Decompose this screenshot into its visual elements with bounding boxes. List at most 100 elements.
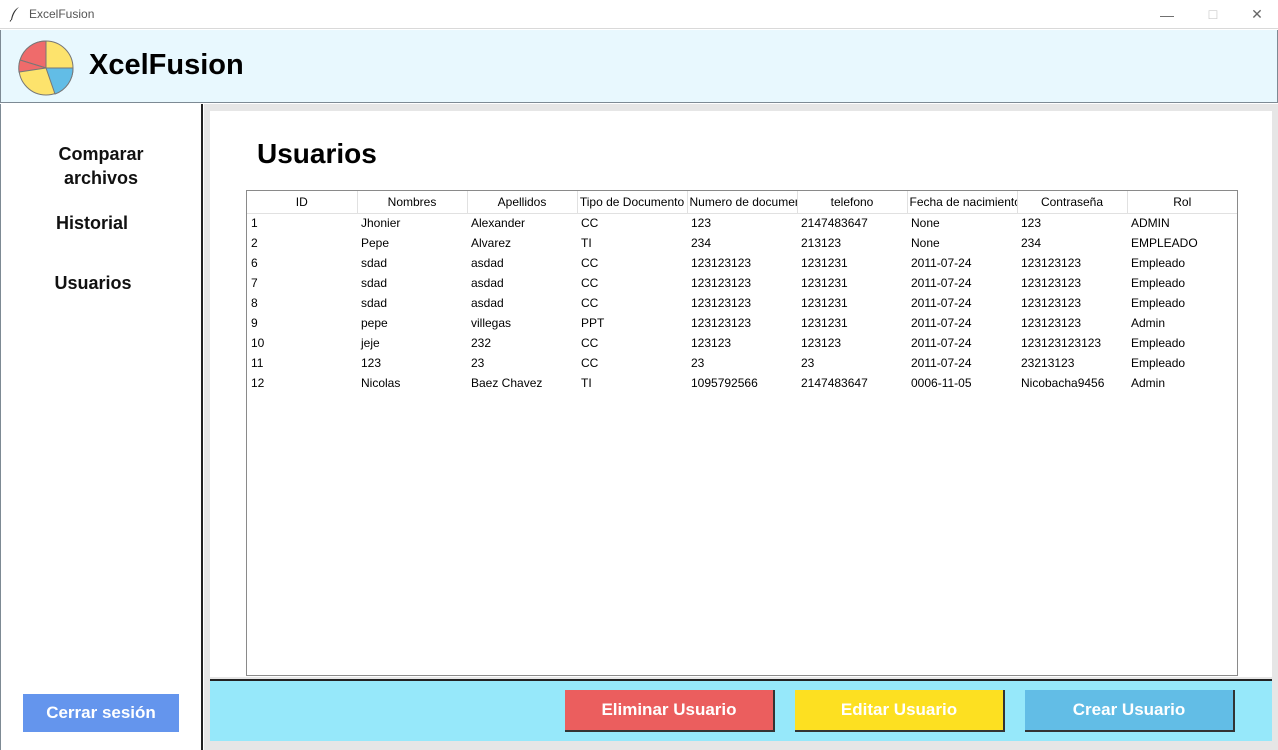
table-cell: CC (581, 256, 599, 270)
table-cell: CC (581, 296, 599, 310)
sidebar-item-label: Historial (55, 213, 129, 233)
table-row[interactable]: 1 Jhonier Alexander CC 123 2147483647 None 123 A… (247, 213, 1237, 233)
table-cell: 23 (471, 356, 485, 370)
sidebar-item-usuarios[interactable]: Usuarios (0, 271, 193, 295)
close-button[interactable]: ✕ (1234, 0, 1278, 29)
table-cell: 123123123 (691, 276, 752, 290)
table-cell: 6 (251, 256, 258, 270)
main-area: Usuarios ID Nombres Apellidos Tipo de Docum… (204, 104, 1278, 750)
column-header[interactable]: Fecha de nacimiento (907, 191, 1018, 214)
table-cell: 2011-07-24 (911, 316, 972, 330)
table-cell: 123123 (801, 336, 842, 350)
table-cell: TI (581, 376, 592, 390)
table-cell: 10 (251, 336, 265, 350)
table-cell: EMPLEADO (1131, 236, 1198, 250)
table-cell: 2011-07-24 (911, 256, 972, 270)
users-table[interactable]: ID Nombres Apellidos Tipo de Documento Numer… (246, 190, 1238, 676)
table-cell: 123 (1021, 216, 1042, 231)
window-title: ExcelFusion (29, 7, 95, 21)
table-cell: 123123123123 (1021, 336, 1102, 350)
maximize-button[interactable]: ☐ (1190, 0, 1236, 29)
table-cell: Empleado (1131, 336, 1186, 350)
minimize-button[interactable]: — (1144, 0, 1190, 29)
table-row[interactable]: 12 Nicolas Baez Chavez TI 1095792566 21474836… (247, 373, 1237, 393)
table-row[interactable]: 10 jeje 232 CC 123123 123123 2011-07-24 1231231… (247, 333, 1237, 353)
table-cell: 232 (471, 336, 492, 350)
table-cell: 123123 (691, 336, 732, 350)
delete-user-button[interactable]: Eliminar Usuario (565, 690, 775, 732)
table-cell: 234 (1021, 236, 1042, 250)
table-cell: asdad (471, 256, 504, 270)
table-cell: Alvarez (471, 236, 512, 250)
table-row[interactable]: 11 123 23 CC 23 23 2011-07-24 23213123 Empleado (247, 353, 1237, 373)
table-cell: Nicobacha9456 (1021, 376, 1105, 390)
table-cell: CC (581, 336, 599, 350)
table-cell: 7 (251, 276, 258, 290)
table-row[interactable]: 6 sdad asdad CC 123123123 1231231 2011-07-24 12… (247, 253, 1237, 273)
table-cell: 1231231 (801, 276, 848, 290)
column-header[interactable]: Apellidos (467, 191, 578, 214)
table-cell: 11 (251, 356, 264, 370)
edit-user-button[interactable]: Editar Usuario (795, 690, 1005, 732)
sidebar-item-historial[interactable]: Historial (0, 211, 192, 235)
sidebar-item-comparar-archivos[interactable]: Comparar archivos (1, 142, 201, 190)
table-cell: 1231231 (801, 316, 848, 330)
action-bar: Eliminar Usuario Editar Usuario Crear Us… (210, 679, 1272, 741)
table-cell: Nicolas (361, 376, 401, 390)
table-cell: 23 (691, 356, 705, 370)
column-header[interactable]: Nombres (357, 191, 468, 214)
table-cell: ADMIN (1131, 216, 1170, 231)
table-cell: 9 (251, 316, 258, 330)
create-user-button[interactable]: Crear Usuario (1025, 690, 1235, 732)
table-cell: Empleado (1131, 356, 1186, 370)
table-cell: 1 (251, 216, 258, 231)
app-name: XcelFusion (89, 49, 244, 81)
sidebar: Comparar archivos Historial Usuarios Cer… (0, 104, 203, 750)
table-header-row: ID Nombres Apellidos Tipo de Documento Numer… (247, 191, 1237, 214)
table-cell: jeje (361, 336, 380, 350)
table-cell: 1095792566 (691, 376, 758, 390)
table-cell: 23213123 (1021, 356, 1075, 370)
column-header[interactable]: Numero de documento (687, 191, 798, 214)
table-cell: 123123123 (1021, 296, 1082, 310)
table-cell: pepe (361, 316, 388, 330)
users-panel: Usuarios ID Nombres Apellidos Tipo de Docum… (210, 111, 1272, 677)
table-row[interactable]: 2 Pepe Alvarez TI 234 213123 None 234 EMPLEADO (247, 233, 1237, 253)
table-cell: 1231231 (801, 256, 848, 270)
table-cell: 123 (691, 216, 712, 231)
table-cell: 2011-07-24 (911, 336, 972, 350)
table-cell: Baez Chavez (471, 376, 543, 390)
window-titlebar: ExcelFusion — ☐ ✕ (0, 0, 1278, 29)
table-cell: PPT (581, 316, 605, 330)
table-cell: 123123123 (1021, 276, 1082, 290)
table-cell: Jhonier (361, 216, 401, 231)
table-row[interactable]: 7 sdad asdad CC 123123123 1231231 2011-07-24 12… (247, 273, 1237, 293)
table-body: 1 Jhonier Alexander CC 123 2147483647 None 123 A… (247, 213, 1237, 393)
table-cell: 12 (251, 376, 265, 390)
column-header[interactable]: Rol (1127, 191, 1237, 214)
table-cell: 123123123 (1021, 256, 1082, 270)
table-row[interactable]: 9 pepe villegas PPT 123123123 1231231 2011-07-… (247, 313, 1237, 333)
logout-button[interactable]: Cerrar sesión (23, 694, 179, 732)
column-header[interactable]: ID (247, 191, 358, 214)
table-cell: 2011-07-24 (911, 356, 972, 370)
table-cell: 123123123 (691, 316, 752, 330)
table-cell: 1231231 (801, 296, 848, 310)
column-header[interactable]: telefono (797, 191, 908, 214)
column-header[interactable]: Contraseña (1017, 191, 1128, 214)
table-cell: asdad (471, 276, 504, 290)
table-cell: Pepe (361, 236, 390, 250)
sidebar-item-label: Comparar archivos (58, 144, 144, 188)
table-row[interactable]: 8 sdad asdad CC 123123123 1231231 2011-07-24 12… (247, 293, 1237, 313)
table-cell: Empleado (1131, 296, 1186, 310)
table-cell: Alexander (471, 216, 526, 231)
table-cell: 123123123 (691, 256, 752, 270)
table-cell: 123123123 (691, 296, 752, 310)
table-cell: None (911, 216, 940, 231)
table-cell: 2147483647 (801, 216, 868, 231)
table-cell: sdad (361, 296, 388, 310)
table-cell: 23 (801, 356, 815, 370)
column-header[interactable]: Tipo de Documento (577, 191, 688, 214)
table-cell: sdad (361, 276, 388, 290)
table-cell: asdad (471, 296, 504, 310)
